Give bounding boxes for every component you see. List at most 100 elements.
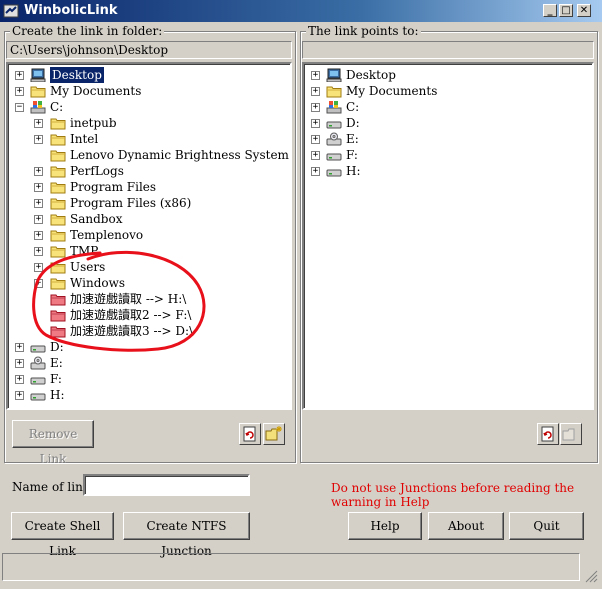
expand-icon[interactable]: + bbox=[311, 167, 320, 176]
expand-icon[interactable]: + bbox=[15, 87, 24, 96]
source-folder-tree[interactable]: + Desktop + My Documents − C: + inetpub + Intel Le… bbox=[6, 62, 292, 410]
folder-icon bbox=[50, 246, 66, 258]
tree-node[interactable]: + PerfLogs bbox=[8, 163, 290, 179]
expand-icon[interactable]: + bbox=[34, 167, 43, 176]
tree-node[interactable]: + My Documents bbox=[8, 83, 290, 99]
expand-icon[interactable]: + bbox=[15, 375, 24, 384]
new-folder-icon bbox=[265, 426, 282, 441]
link-folder-icon bbox=[50, 294, 66, 306]
target-folder-tree[interactable]: + Desktop + My Documents + C: + D: + E: + F: + H: bbox=[302, 62, 594, 410]
tree-node[interactable]: 加速遊戲讀取 --> H:\ bbox=[8, 291, 290, 307]
tree-node[interactable]: + F: bbox=[304, 147, 592, 163]
expand-icon[interactable]: + bbox=[15, 71, 24, 80]
tree-node[interactable]: + D: bbox=[8, 339, 290, 355]
tree-node-label: D: bbox=[346, 116, 360, 130]
tree-node[interactable]: − C: bbox=[8, 99, 290, 115]
expand-icon[interactable]: + bbox=[34, 119, 43, 128]
tree-node[interactable]: 加速遊戲讀取2 --> F:\ bbox=[8, 307, 290, 323]
refresh-target-button[interactable] bbox=[537, 423, 559, 445]
folder-icon bbox=[50, 150, 66, 162]
expand-icon[interactable]: + bbox=[15, 359, 24, 368]
drive-icon bbox=[30, 377, 46, 385]
minimize-button[interactable]: _ bbox=[543, 4, 557, 17]
quit-button[interactable]: Quit bbox=[509, 512, 584, 540]
tree-node[interactable]: + Users bbox=[8, 259, 290, 275]
folder-icon bbox=[50, 198, 66, 210]
tree-node[interactable]: + Program Files (x86) bbox=[8, 195, 290, 211]
expand-icon[interactable]: + bbox=[311, 151, 320, 160]
expand-icon[interactable]: + bbox=[15, 343, 24, 352]
expand-icon[interactable]: + bbox=[311, 71, 320, 80]
cd-drive-icon bbox=[30, 356, 46, 370]
tree-node[interactable]: + D: bbox=[304, 115, 592, 131]
tree-node[interactable]: + Desktop bbox=[8, 67, 290, 83]
tree-node[interactable]: + TMP bbox=[8, 243, 290, 259]
folder-icon bbox=[30, 86, 46, 98]
tree-node-label: H: bbox=[346, 164, 361, 178]
remove-link-button[interactable]: Remove Link bbox=[12, 420, 94, 466]
expand-icon[interactable]: + bbox=[34, 279, 43, 288]
expand-icon[interactable]: + bbox=[311, 119, 320, 128]
tree-node-label: Sandbox bbox=[70, 212, 123, 226]
expand-icon[interactable]: + bbox=[34, 183, 43, 192]
tree-node[interactable]: + Desktop bbox=[304, 67, 592, 83]
new-folder-disabled-button[interactable] bbox=[560, 423, 582, 445]
desktop-icon bbox=[30, 68, 46, 82]
refresh-page-icon bbox=[541, 426, 554, 442]
tree-node[interactable]: + My Documents bbox=[304, 83, 592, 99]
tree-node[interactable]: + H: bbox=[8, 387, 290, 403]
expand-icon[interactable]: + bbox=[34, 199, 43, 208]
tree-node[interactable]: + inetpub bbox=[8, 115, 290, 131]
expand-icon[interactable]: + bbox=[34, 263, 43, 272]
tree-node-label: Program Files (x86) bbox=[70, 196, 192, 210]
tree-node[interactable]: + C: bbox=[304, 99, 592, 115]
refresh-tree-button[interactable] bbox=[239, 423, 261, 445]
tree-node[interactable]: + Intel bbox=[8, 131, 290, 147]
tree-node-label: My Documents bbox=[50, 84, 142, 98]
create-ntfs-junction-button[interactable]: Create NTFS Junction bbox=[123, 512, 250, 558]
tree-node-label: Users bbox=[70, 260, 106, 274]
expand-icon[interactable]: + bbox=[311, 103, 320, 112]
name-of-link-input[interactable] bbox=[83, 474, 250, 496]
new-folder-button[interactable] bbox=[263, 423, 285, 445]
tree-node[interactable]: 加速遊戲讀取3 --> D:\ bbox=[8, 323, 290, 339]
tree-node[interactable]: Lenovo Dynamic Brightness System bbox=[8, 147, 290, 163]
expand-icon[interactable]: + bbox=[311, 87, 320, 96]
tree-node[interactable]: + H: bbox=[304, 163, 592, 179]
drive-icon bbox=[326, 153, 342, 161]
window-title: WinbolicLink bbox=[24, 3, 118, 18]
tree-node-label: Windows bbox=[70, 276, 126, 290]
link-folder-icon bbox=[50, 326, 66, 338]
tree-node-label: Lenovo Dynamic Brightness System bbox=[70, 148, 289, 162]
tree-node-label: D: bbox=[50, 340, 64, 354]
maximize-button[interactable]: □ bbox=[559, 4, 573, 17]
tree-node[interactable]: + F: bbox=[8, 371, 290, 387]
expand-icon[interactable]: + bbox=[34, 215, 43, 224]
cd-drive-icon bbox=[326, 132, 342, 146]
expand-icon[interactable]: + bbox=[15, 391, 24, 400]
expand-icon[interactable]: + bbox=[34, 231, 43, 240]
about-button[interactable]: About bbox=[428, 512, 504, 540]
help-button[interactable]: Help bbox=[348, 512, 422, 540]
resize-grip-icon[interactable] bbox=[584, 569, 598, 583]
collapse-icon[interactable]: − bbox=[15, 103, 24, 112]
tree-node-label: Desktop bbox=[50, 67, 104, 83]
new-folder-icon bbox=[562, 428, 575, 441]
tree-node-label: F: bbox=[346, 148, 358, 162]
expand-icon[interactable]: + bbox=[311, 135, 320, 144]
tree-node[interactable]: + Templenovo bbox=[8, 227, 290, 243]
expand-icon[interactable]: + bbox=[34, 247, 43, 256]
tree-node[interactable]: + Sandbox bbox=[8, 211, 290, 227]
close-button[interactable]: ✕ bbox=[577, 4, 591, 17]
tree-node[interactable]: + E: bbox=[304, 131, 592, 147]
title-bar[interactable]: WinbolicLink _ □ ✕ bbox=[0, 0, 602, 22]
folder-icon bbox=[50, 134, 66, 146]
tree-node[interactable]: + E: bbox=[8, 355, 290, 371]
tree-node[interactable]: + Program Files bbox=[8, 179, 290, 195]
create-shell-link-button[interactable]: Create Shell Link bbox=[11, 512, 114, 558]
folder-icon bbox=[50, 230, 66, 242]
folder-icon bbox=[326, 86, 342, 98]
tree-node-label: Templenovo bbox=[70, 228, 144, 242]
expand-icon[interactable]: + bbox=[34, 135, 43, 144]
tree-node[interactable]: + Windows bbox=[8, 275, 290, 291]
